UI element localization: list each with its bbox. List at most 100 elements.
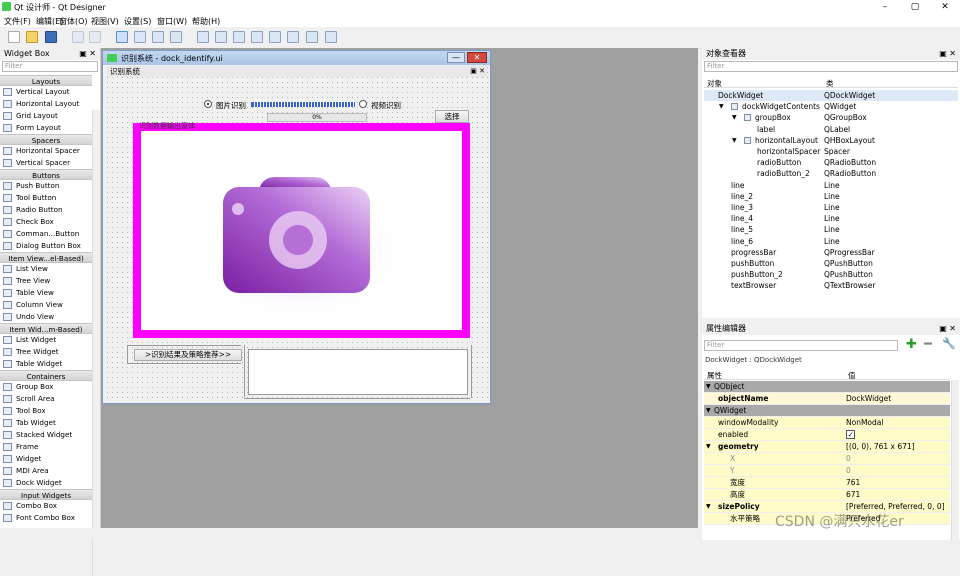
col-class[interactable]: 类	[826, 78, 834, 89]
widget-item[interactable]: Tool Box	[0, 405, 92, 417]
object-tree-row[interactable]: horizontalSpacer Spacer	[704, 146, 958, 157]
expand-arrow-icon[interactable]: ▼	[719, 101, 724, 112]
menu-form[interactable]: 窗体(O)	[59, 16, 88, 27]
object-tree-row[interactable]: line_5 Line	[704, 224, 958, 235]
widget-item[interactable]: Stacked Widget	[0, 429, 92, 441]
widget-item[interactable]: Tree Widget	[0, 346, 92, 358]
object-tree-row[interactable]: pushButton QPushButton	[704, 258, 958, 269]
radio-image-label[interactable]: 图片识别	[216, 100, 246, 111]
close-icon[interactable]: ✕	[938, 1, 952, 13]
menu-view[interactable]: 视图(V)	[91, 16, 119, 27]
wrench-icon[interactable]: 🔧	[942, 337, 956, 350]
widget-category[interactable]: Input Widgets	[0, 489, 92, 500]
property-row[interactable]: Y0	[704, 465, 950, 477]
maximize-icon[interactable]: ▢	[908, 1, 922, 13]
oi-float-close-icons[interactable]: ▣ ✕	[939, 48, 956, 60]
layout-horizontal-icon[interactable]	[197, 31, 209, 43]
form-close-icon[interactable]: ✕	[467, 52, 487, 63]
open-folder-icon[interactable]	[26, 31, 38, 43]
menu-settings[interactable]: 设置(S)	[124, 16, 151, 27]
object-tree-row[interactable]: ▼ horizontalLayout QHBoxLayout	[704, 135, 958, 146]
property-row[interactable]: 宽度 761	[704, 477, 950, 489]
widget-item[interactable]: List Widget	[0, 334, 92, 346]
expand-arrow-icon[interactable]: ▼	[732, 135, 737, 146]
widget-item[interactable]: Tab Widget	[0, 417, 92, 429]
widget-item[interactable]: Column View	[0, 299, 92, 311]
widget-box-scrollbar[interactable]	[92, 110, 100, 576]
remove-property-icon[interactable]: ━	[924, 337, 932, 352]
minimize-icon[interactable]: –	[878, 1, 892, 13]
widget-item[interactable]: Dock Widget	[0, 477, 92, 489]
new-file-icon[interactable]	[8, 31, 20, 43]
col-property[interactable]: 属性	[707, 370, 722, 381]
result-strategy-button[interactable]: >识别结果及策略推荐>>	[134, 349, 242, 361]
expand-arrow-icon[interactable]: ▼	[732, 112, 737, 123]
edit-widgets-icon[interactable]	[116, 31, 128, 43]
widget-item[interactable]: Table View	[0, 287, 92, 299]
widget-category[interactable]: Spacers	[0, 134, 92, 145]
form-window[interactable]: 识别系统 - dock_identify.ui — ✕ 识别系统 ▣ ✕ 图片识…	[102, 50, 491, 404]
property-row[interactable]: ▼ geometry [(0, 0), 761 x 671]	[704, 441, 950, 453]
widget-item[interactable]: Vertical Layout	[0, 86, 92, 98]
radio-video-indicator[interactable]	[359, 100, 367, 108]
edit-buddies-icon[interactable]	[152, 31, 164, 43]
col-object[interactable]: 对象	[707, 78, 722, 89]
copy-icon[interactable]	[72, 31, 84, 43]
property-row[interactable]: ▼ QObject	[704, 381, 950, 393]
object-tree-row[interactable]: radioButton_2 QRadioButton	[704, 168, 958, 179]
object-tree-row[interactable]: line_2 Line	[704, 191, 958, 202]
layout-vertical-icon[interactable]	[215, 31, 227, 43]
widget-item[interactable]: Form Layout	[0, 122, 92, 134]
widget-item[interactable]: Horizontal Layout	[0, 98, 92, 110]
radio-image-indicator[interactable]	[204, 100, 212, 108]
widget-item[interactable]: Scroll Area	[0, 393, 92, 405]
object-tree-row[interactable]: progressBar QProgressBar	[704, 247, 958, 258]
save-icon[interactable]	[45, 31, 57, 43]
property-scrollbar[interactable]	[951, 380, 959, 540]
panel-float-close-icons[interactable]: ▣ ✕	[79, 48, 96, 60]
object-tree-row[interactable]: radioButton QRadioButton	[704, 157, 958, 168]
widget-item[interactable]: Comman...Button	[0, 228, 92, 240]
object-tree-row[interactable]: textBrowser QTextBrowser	[704, 280, 958, 291]
form-minimize-icon[interactable]: —	[447, 52, 465, 63]
edit-tab-order-icon[interactable]	[170, 31, 182, 43]
dock-float-close-icons[interactable]: ▣ ✕	[470, 66, 485, 77]
object-tree-row[interactable]: label QLabel	[704, 124, 958, 135]
widget-item[interactable]: List View	[0, 263, 92, 275]
property-value[interactable]: 0	[846, 465, 851, 477]
widget-item[interactable]: Tree View	[0, 275, 92, 287]
widget-item[interactable]: Check Box	[0, 216, 92, 228]
property-value[interactable]: ✓	[846, 430, 855, 439]
menu-file[interactable]: 文件(F)	[4, 16, 31, 27]
property-value[interactable]: 761	[846, 477, 860, 489]
widget-item[interactable]: Widget	[0, 453, 92, 465]
add-property-icon[interactable]: ✚	[906, 337, 917, 352]
object-tree-row[interactable]: line_3 Line	[704, 202, 958, 213]
property-value[interactable]: NonModal	[846, 417, 883, 429]
text-browser[interactable]	[248, 349, 468, 395]
property-row[interactable]: objectName DockWidget	[704, 393, 950, 405]
property-row[interactable]: 高度 671	[704, 489, 950, 501]
object-tree-row[interactable]: ▼ dockWidgetContents QWidget	[704, 101, 958, 112]
object-tree-row[interactable]: DockWidget QDockWidget	[704, 90, 958, 101]
widget-item[interactable]: Undo View	[0, 311, 92, 323]
property-row[interactable]: enabled ✓	[704, 429, 950, 441]
adjust-size-icon[interactable]	[325, 31, 337, 43]
form-canvas[interactable]: 识别系统 ▣ ✕ 图片识别 视频识别 0% 选择 识别数据输出窗体 >识别结果及…	[105, 65, 488, 402]
widget-item[interactable]: Push Button	[0, 180, 92, 192]
object-tree-row[interactable]: line_6 Line	[704, 236, 958, 247]
expand-arrow-icon[interactable]: ▼	[706, 441, 711, 453]
select-button[interactable]: 选择	[435, 110, 469, 123]
property-value[interactable]: 671	[846, 489, 860, 501]
widget-item[interactable]: MDI Area	[0, 465, 92, 477]
property-row[interactable]: ▼ QWidget	[704, 405, 950, 417]
menu-window[interactable]: 窗口(W)	[157, 16, 187, 27]
menu-help[interactable]: 帮助(H)	[192, 16, 220, 27]
object-tree-row[interactable]: pushButton_2 QPushButton	[704, 269, 958, 280]
property-value[interactable]: DockWidget	[846, 393, 891, 405]
object-tree-row[interactable]: line Line	[704, 180, 958, 191]
object-tree-row[interactable]: ▼ groupBox QGroupBox	[704, 112, 958, 123]
widget-category[interactable]: Buttons	[0, 169, 92, 180]
widget-category[interactable]: Layouts	[0, 75, 92, 86]
layout-splitter-h-icon[interactable]	[233, 31, 245, 43]
